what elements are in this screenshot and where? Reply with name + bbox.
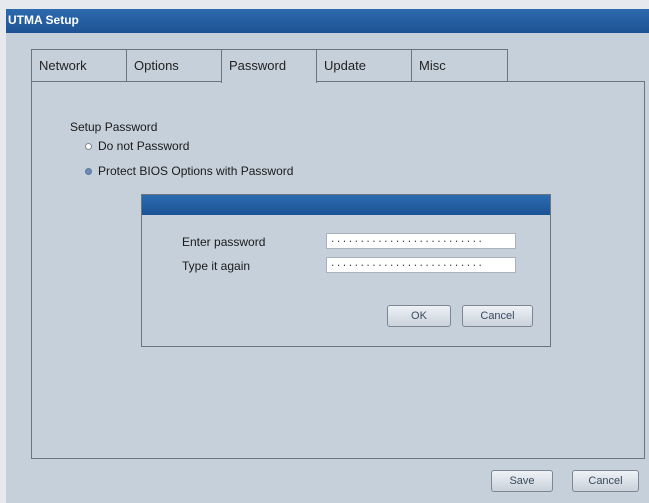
tab-options-label: Options <box>134 58 179 73</box>
window-title: UTMA Setup <box>6 9 649 33</box>
setup-password-label: Setup Password <box>70 120 158 134</box>
radio-off-icon[interactable] <box>85 142 92 150</box>
radio-on-icon[interactable] <box>85 167 92 175</box>
radio-do-not-password[interactable]: Do not Password <box>85 139 189 153</box>
tab-password-label: Password <box>229 58 287 73</box>
enter-password-field[interactable]: .......................... <box>326 233 516 249</box>
dialog-cancel-button[interactable]: Cancel <box>462 305 533 327</box>
type-again-field[interactable]: .......................... <box>326 257 516 273</box>
dialog-title-bar <box>142 195 550 215</box>
tab-misc[interactable]: Misc <box>411 49 508 82</box>
radio-protect-bios[interactable]: Protect BIOS Options with Password <box>85 164 293 178</box>
tab-options[interactable]: Options <box>126 49 222 82</box>
tab-misc-label: Misc <box>419 58 446 73</box>
tab-network[interactable]: Network <box>31 49 127 82</box>
tab-update-label: Update <box>324 58 366 73</box>
password-dialog: Enter password .........................… <box>141 194 551 347</box>
save-button[interactable]: Save <box>491 470 553 492</box>
enter-password-label: Enter password <box>182 235 266 249</box>
type-again-label: Type it again <box>182 259 251 273</box>
radio-do-not-password-label: Do not Password <box>98 139 190 153</box>
tab-update[interactable]: Update <box>316 49 412 82</box>
cancel-button[interactable]: Cancel <box>572 470 639 492</box>
setup-window: UTMA Setup Network Options Password Upda… <box>6 9 649 503</box>
tab-network-label: Network <box>39 58 87 73</box>
radio-protect-bios-label: Protect BIOS Options with Password <box>98 164 294 178</box>
tab-password[interactable]: Password <box>221 49 317 83</box>
dialog-ok-button[interactable]: OK <box>387 305 451 327</box>
